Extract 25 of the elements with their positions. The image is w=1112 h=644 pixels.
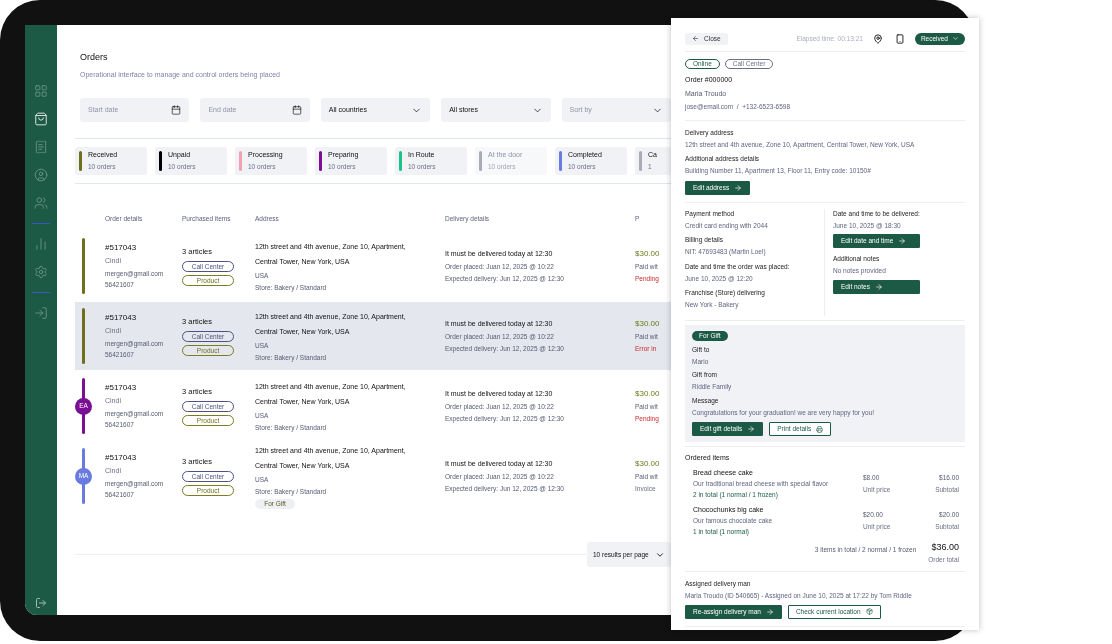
amount-text: $30.00 bbox=[635, 318, 661, 331]
logout-icon[interactable] bbox=[35, 597, 47, 609]
printer-icon bbox=[816, 425, 824, 433]
arrow-right-icon bbox=[747, 425, 756, 434]
order-number: #517043 bbox=[105, 452, 138, 464]
amount-text: $30.00 bbox=[635, 388, 661, 401]
amount-text: $30.00 bbox=[635, 458, 661, 471]
order-number: #517043 bbox=[105, 242, 138, 254]
arrow-right-icon bbox=[734, 183, 743, 192]
order-total: $36.00 bbox=[931, 540, 959, 554]
page-title: Orders bbox=[80, 51, 109, 64]
amount-text: $30.00 bbox=[635, 248, 661, 261]
calendar-icon bbox=[171, 105, 182, 115]
arrow-right-icon bbox=[898, 237, 907, 246]
arrow-right-icon bbox=[765, 607, 774, 616]
arrow-right-icon bbox=[874, 282, 883, 291]
phone-icon[interactable] bbox=[894, 33, 905, 44]
calendar-icon bbox=[291, 105, 302, 115]
order-number: #517043 bbox=[105, 312, 138, 324]
order-number: #517043 bbox=[105, 382, 138, 394]
order-row[interactable] bbox=[75, 302, 671, 370]
arrow-left-icon bbox=[692, 35, 699, 42]
map-pin-icon[interactable] bbox=[872, 33, 883, 44]
package-icon bbox=[865, 608, 873, 615]
chevron-down-icon bbox=[952, 35, 959, 42]
